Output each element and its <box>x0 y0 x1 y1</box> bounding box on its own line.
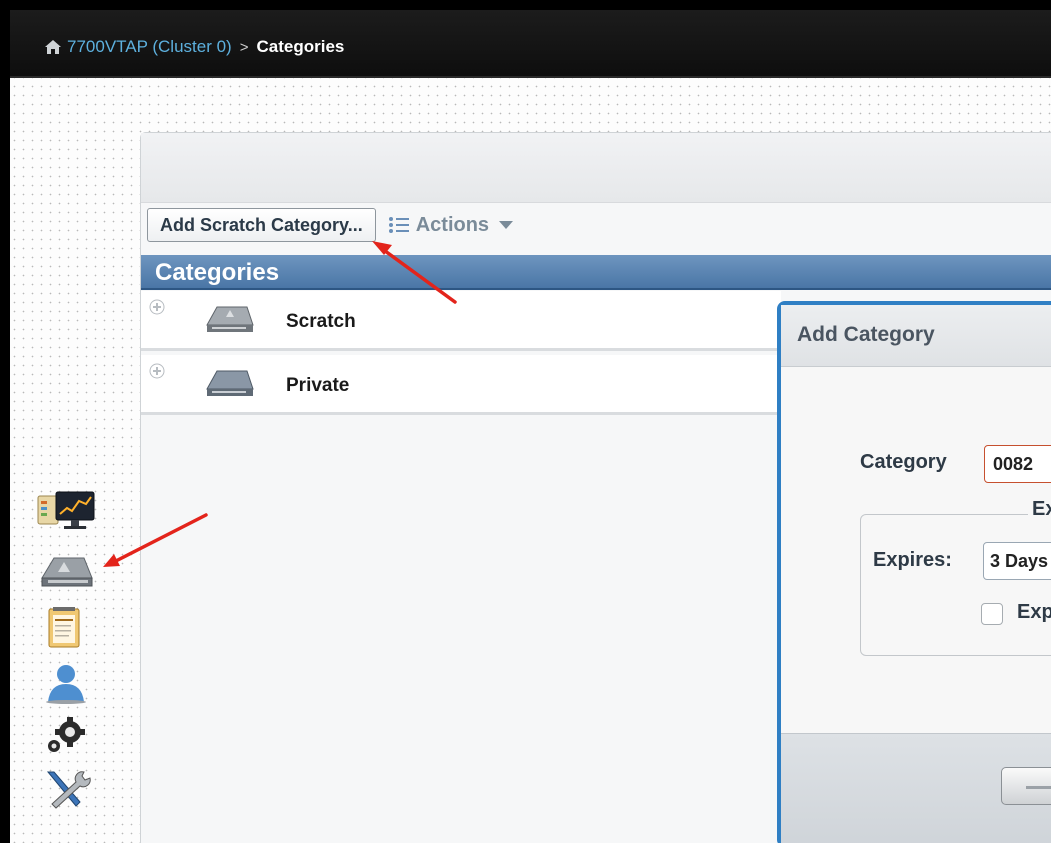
dialog-footer <box>781 733 1051 843</box>
expire-checkbox[interactable] <box>981 603 1003 625</box>
settings-icon[interactable] <box>34 714 98 756</box>
breadcrumb: 7700VTAP (Cluster 0) > Categories <box>44 37 344 57</box>
expand-icon[interactable] <box>149 299 165 315</box>
toolbar: Add Scratch Category... Actions <box>147 208 514 242</box>
dialog-title: Add Category <box>781 305 1051 367</box>
actions-label: Actions <box>415 213 490 236</box>
list-icon <box>388 217 409 233</box>
tape-library-icon[interactable] <box>34 548 98 590</box>
category-name: Scratch <box>286 311 356 332</box>
category-label: Category <box>860 451 947 473</box>
add-scratch-category-button[interactable]: Add Scratch Category... <box>147 208 376 242</box>
chevron-down-icon <box>499 221 514 229</box>
app-frame: 7700VTAP (Cluster 0) > Categories Add Sc… <box>10 10 1051 843</box>
expiration-fieldset <box>860 514 1051 656</box>
breadcrumb-current: Categories <box>256 37 345 56</box>
categories-header: Categories <box>141 255 1051 290</box>
tape-cartridge-icon <box>206 370 254 396</box>
button-label-placeholder <box>1026 786 1051 789</box>
expand-icon[interactable] <box>149 363 165 379</box>
category-name: Private <box>286 375 350 396</box>
panel-header <box>141 133 1051 203</box>
category-row-private[interactable]: Private <box>141 355 781 415</box>
breadcrumb-separator: > <box>239 38 249 56</box>
user-icon[interactable] <box>34 662 98 704</box>
dashboard-icon[interactable] <box>34 490 98 532</box>
home-icon[interactable] <box>44 39 62 55</box>
actions-menu[interactable]: Actions <box>388 213 514 237</box>
fieldset-legend: Ex <box>1028 498 1051 521</box>
tools-icon[interactable] <box>34 768 98 810</box>
expire-checkbox-label: Exp <box>1017 601 1051 623</box>
expires-select[interactable]: 3 Days <box>983 542 1051 580</box>
category-input[interactable]: 0082 <box>984 445 1051 483</box>
top-bar: 7700VTAP (Cluster 0) > Categories <box>10 10 1051 78</box>
breadcrumb-cluster-link[interactable]: 7700VTAP (Cluster 0) <box>67 37 232 57</box>
expires-label: Expires: <box>873 549 952 571</box>
category-row-scratch[interactable]: Scratch <box>141 291 781 351</box>
tape-cartridge-icon <box>206 306 254 332</box>
add-category-dialog: Add Category Category 0082 Ex Expires: 3… <box>777 301 1051 843</box>
dialog-action-button[interactable] <box>1001 767 1051 805</box>
policies-icon[interactable] <box>34 606 98 648</box>
